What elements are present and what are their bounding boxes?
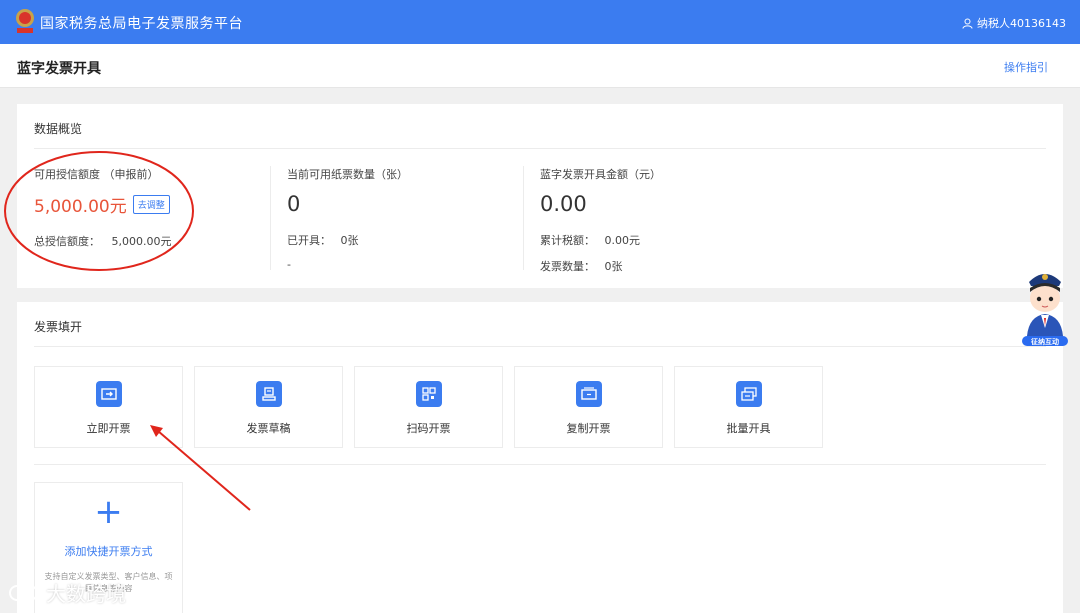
credit-value-row: 5,000.00元 去调整 [34,192,171,217]
amount-label: 蓝字发票开具金额（元） [540,168,661,181]
tax-total-value: 0.00元 [604,234,641,247]
column-separator [523,166,524,270]
total-credit-label: 总授信额度： [34,235,100,248]
user-label: 纳税人40136143 [977,17,1066,30]
issue-card: 发票填开 立即开票 发票草稿 扫码开票 复制开票 批量开具 + 添加快捷开票方式 [17,302,1063,613]
credit-value: 5,000.00元 [34,197,127,217]
total-credit-value: 5,000.00元 [111,235,172,248]
amount-stat: 蓝字发票开具金额（元） 0.00 累计税额： 0.00元 发票数量： 0张 [540,166,661,274]
tile-batch[interactable]: 批量开具 [674,366,823,448]
platform-title: 国家税务总局电子发票服务平台 [40,16,243,32]
tile-label: 发票草稿 [246,422,291,435]
draft-icon [255,381,282,407]
plus-icon: + [94,492,123,532]
paper-issued-value: 0张 [340,234,359,247]
paper-value: 0 [287,192,301,216]
credit-label: 可用授信额度 （申报前） [34,168,159,181]
tile-label: 扫码开票 [406,422,451,435]
invoice-count-value: 0张 [604,260,623,273]
guide-link[interactable]: 操作指引 [1004,59,1048,75]
invoice-count: 发票数量： 0张 [540,258,661,274]
adjust-button[interactable]: 去调整 [132,195,170,214]
copy-invoice-icon [575,381,602,407]
invoice-arrow-icon [95,381,122,407]
paper-stat: 当前可用纸票数量（张） 0 已开具： 0张 - [287,166,408,271]
credit-stat: 可用授信额度 （申报前） 5,000.00元 去调整 总授信额度： 5,000.… [34,166,171,249]
user-menu[interactable]: 纳税人40136143 [962,15,1066,31]
batch-invoice-icon [735,381,762,407]
divider [34,148,1046,149]
paper-label: 当前可用纸票数量（张） [287,168,408,181]
watermark-logo-icon [9,584,38,601]
qr-code-icon [415,381,442,407]
watermark-text: 大数跨境 [46,582,126,606]
overview-card: 数据概览 可用授信额度 （申报前） 5,000.00元 去调整 总授信额度： 5… [17,104,1063,288]
tile-scan[interactable]: 扫码开票 [354,366,503,448]
issue-title: 发票填开 [34,320,83,334]
paper-issued: 已开具： 0张 [287,232,408,248]
top-bar: 国家税务总局电子发票服务平台 纳税人40136143 [0,0,1080,44]
overview-title: 数据概览 [34,122,83,136]
tile-draft[interactable]: 发票草稿 [194,366,343,448]
page-title: 蓝字发票开具 [17,61,101,77]
tile-label: 批量开具 [726,422,771,435]
total-credit: 总授信额度： 5,000.00元 [34,233,171,249]
invoice-count-label: 发票数量： [540,260,595,273]
tax-total: 累计税额： 0.00元 [540,232,661,248]
user-icon [962,18,973,29]
amount-value: 0.00 [540,192,587,216]
assistant-mascot[interactable]: 征纳互动 [1019,266,1071,350]
tax-total-label: 累计税额： [540,234,595,247]
mascot-badge: 征纳互动 [1031,338,1059,346]
tile-label: 复制开票 [566,422,611,435]
divider [34,346,1046,347]
tile-label: 立即开票 [86,422,131,435]
tax-emblem-icon [16,9,34,33]
column-separator [270,166,271,270]
watermark: 大数跨境 [8,578,126,607]
divider [34,464,1046,465]
add-shortcut-label: 添加快捷开票方式 [64,545,153,558]
tile-issue-now[interactable]: 立即开票 [34,366,183,448]
page-header: 蓝字发票开具 操作指引 [0,44,1080,88]
paper-issued-label: 已开具： [287,234,331,247]
paper-extra: - [287,258,291,271]
tile-copy[interactable]: 复制开票 [514,366,663,448]
